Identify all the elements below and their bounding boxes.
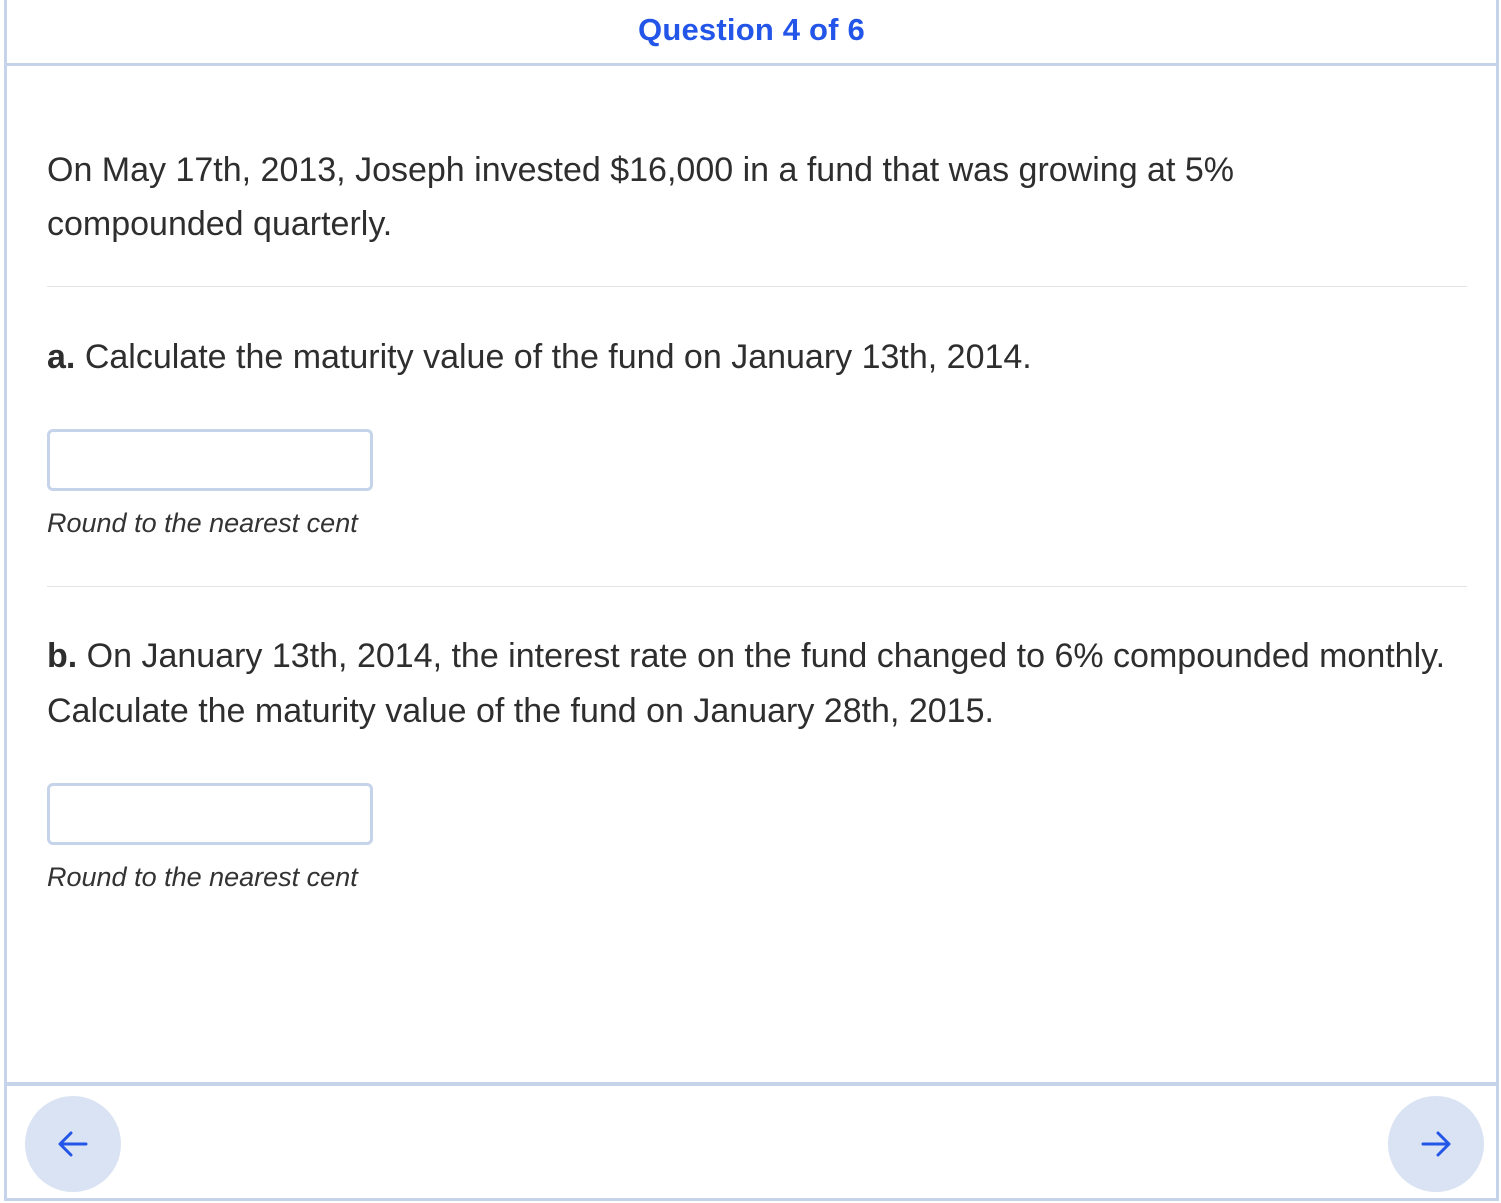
question-counter: Question 4 of 6 — [638, 12, 865, 47]
part-a-answer-input[interactable] — [47, 429, 373, 491]
footer-divider — [7, 1082, 1496, 1086]
section-divider — [47, 286, 1467, 287]
question-frame: Question 4 of 6 On May 17th, 2013, Josep… — [4, 0, 1499, 1201]
part-b-label: b. — [47, 637, 78, 675]
arrow-right-icon — [1419, 1127, 1453, 1161]
question-header: Question 4 of 6 — [7, 0, 1496, 66]
question-stem: On May 17th, 2013, Joseph invested $16,0… — [47, 151, 1234, 243]
part-b-text: On January 13th, 2014, the interest rate… — [47, 637, 1446, 730]
arrow-left-icon — [56, 1127, 90, 1161]
part-a-prompt: a. Calculate the maturity value of the f… — [47, 330, 1447, 385]
section-divider — [47, 586, 1467, 587]
next-question-button[interactable] — [1388, 1096, 1484, 1192]
part-b-prompt: b. On January 13th, 2014, the interest r… — [47, 629, 1447, 739]
part-a-hint: Round to the nearest cent — [47, 508, 358, 538]
part-a-label: a. — [47, 338, 76, 376]
previous-question-button[interactable] — [25, 1096, 121, 1192]
part-b-hint: Round to the nearest cent — [47, 862, 358, 892]
part-b-answer-input[interactable] — [47, 783, 373, 845]
part-a-text: Calculate the maturity value of the fund… — [84, 338, 1032, 376]
